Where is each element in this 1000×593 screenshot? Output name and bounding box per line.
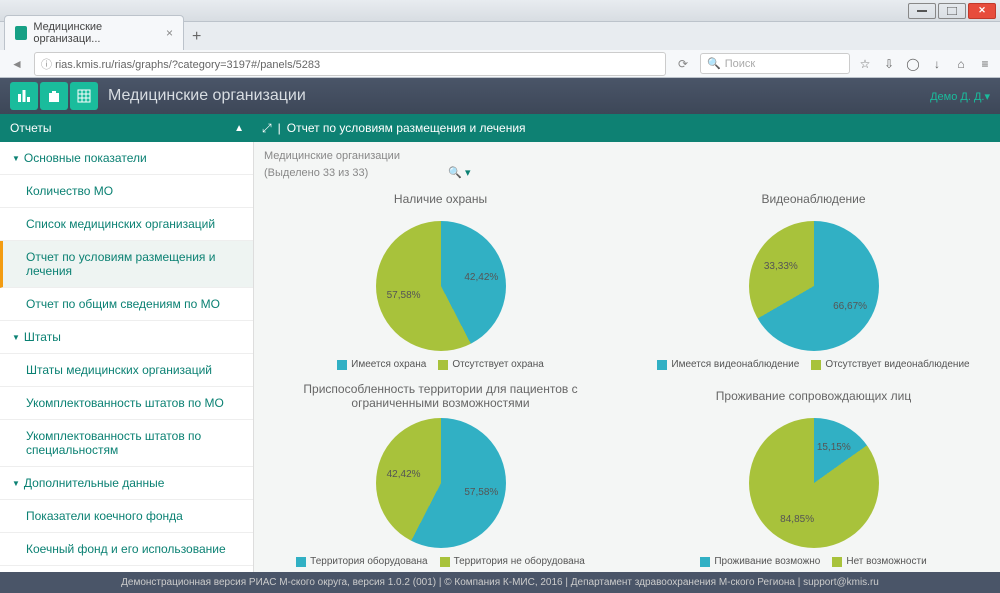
chart-legend: Имеется охрана Отсутствует охрана	[264, 359, 617, 370]
sidebar-item[interactable]: Коечный фонд и его использование	[0, 533, 253, 566]
bookmark-icon[interactable]: ☆	[856, 57, 874, 71]
legend-item: Имеется видеонаблюдение	[657, 359, 799, 370]
medical-icon[interactable]	[40, 82, 68, 110]
sidebar-group[interactable]: Основные показатели	[0, 142, 253, 175]
app-header: Медицинские организации Демо Д. Д.▾	[0, 78, 1000, 114]
sidebar-item[interactable]: Укомплектованность штатов по МО	[0, 387, 253, 420]
home-icon[interactable]: ⌂	[952, 57, 970, 71]
reload-button[interactable]: ⟳	[672, 53, 694, 75]
chart-legend: Проживание возможно Нет возможности	[637, 556, 990, 567]
breadcrumb-bar: ⤢ | Отчет по условиям размещения и лечен…	[254, 121, 534, 136]
chart-legend: Территория оборудована Территория не обор…	[264, 556, 617, 567]
sidebar-item[interactable]: Показатели коечного фонда	[0, 500, 253, 533]
pie-chart	[749, 418, 879, 548]
subheader: Отчеты ▲ ⤢ | Отчет по условиям размещени…	[0, 114, 1000, 142]
building-icon[interactable]	[70, 82, 98, 110]
page-title: Медицинские организации	[108, 87, 930, 105]
chart-title: Проживание сопровождающих лиц	[637, 380, 990, 412]
pie-label: 57,58%	[464, 487, 498, 498]
legend-item: Проживание возможно	[700, 556, 820, 567]
tab-close-icon[interactable]: ×	[166, 26, 173, 40]
app-body: Основные показателиКоличество МОСписок м…	[0, 142, 1000, 572]
pie-label: 42,42%	[464, 272, 498, 283]
pie-chart	[376, 418, 506, 548]
chart: Наличие охраны 42,42% 57,58% Имеется охрана…	[264, 183, 617, 370]
chart-title: Наличие охраны	[264, 183, 617, 215]
pocket-icon[interactable]: ◯	[904, 57, 922, 71]
dashboard-icon[interactable]	[10, 82, 38, 110]
chart: Приспособленность территории для пациент…	[264, 380, 617, 567]
url-input[interactable]: ⓘ rias.kmis.ru/rias/graphs/?category=319…	[34, 52, 666, 76]
pie-label: 66,67%	[833, 301, 867, 312]
pie-label: 57,58%	[387, 290, 421, 301]
legend-item: Территория не оборудована	[440, 556, 585, 567]
browser-tab-strip: Медицинские организаци... × +	[0, 22, 1000, 50]
favicon-icon	[15, 26, 27, 40]
user-menu[interactable]: Демо Д. Д.▾	[930, 90, 990, 103]
pie-chart	[376, 221, 506, 351]
content: Медицинские организации (Выделено 33 из …	[254, 142, 1000, 572]
window-close-button[interactable]: ✕	[968, 3, 996, 19]
sidebar-group[interactable]: Штаты	[0, 321, 253, 354]
pie-label: 42,42%	[387, 469, 421, 480]
sidebar-item[interactable]: Работа врачей в амбулаторных условиях	[0, 566, 253, 572]
new-tab-button[interactable]: +	[184, 24, 209, 50]
legend-item: Нет возможности	[832, 556, 926, 567]
search-icon: 🔍	[707, 57, 721, 70]
selection-count: (Выделено 33 из 33)	[264, 167, 368, 179]
sidebar-item[interactable]: Укомплектованность штатов по специальнос…	[0, 420, 253, 467]
chart: Видеонаблюдение 66,67% 33,33% Имеется видео…	[637, 183, 990, 370]
header-nav-icons	[10, 82, 98, 110]
sidebar-item[interactable]: Список медицинских организаций	[0, 208, 253, 241]
sidebar-item[interactable]: Количество МО	[0, 175, 253, 208]
pie-label: 84,85%	[780, 514, 814, 525]
save-icon[interactable]: ⇩	[880, 57, 898, 71]
pie-label: 33,33%	[764, 261, 798, 272]
chart-legend: Имеется видеонаблюдение Отсутствует видео…	[637, 359, 990, 370]
filter-bar: (Выделено 33 из 33) 🔍 ▾	[264, 166, 990, 179]
sidebar-header[interactable]: Отчеты ▲	[0, 121, 254, 135]
browser-tab[interactable]: Медицинские организаци... ×	[4, 15, 184, 50]
legend-item: Имеется охрана	[337, 359, 426, 370]
chart-title: Видеонаблюдение	[637, 183, 990, 215]
pie-label: 15,15%	[817, 442, 851, 453]
sidebar-item[interactable]: Отчет по общим сведениям по МО	[0, 288, 253, 321]
download-icon[interactable]: ↓	[928, 57, 946, 71]
breadcrumb: Медицинские организации	[264, 150, 990, 162]
chart-title: Приспособленность территории для пациент…	[264, 380, 617, 412]
zoom-control[interactable]: 🔍 ▾	[448, 166, 470, 179]
sidebar-item[interactable]: Штаты медицинских организаций	[0, 354, 253, 387]
legend-item: Отсутствует охрана	[438, 359, 544, 370]
legend-item: Отсутствует видеонаблюдение	[811, 359, 969, 370]
pie-chart	[749, 221, 879, 351]
search-input[interactable]: 🔍 Поиск	[700, 53, 850, 74]
chart-grid: Наличие охраны 42,42% 57,58% Имеется охрана…	[264, 183, 990, 567]
expand-icon[interactable]: ⤢	[262, 121, 272, 136]
window-maximize-button[interactable]	[938, 3, 966, 19]
sidebar: Основные показателиКоличество МОСписок м…	[0, 142, 254, 572]
sidebar-item[interactable]: Отчет по условиям размещения и лечения	[0, 241, 253, 288]
back-button[interactable]: ◄	[6, 53, 28, 75]
legend-item: Территория оборудована	[296, 556, 427, 567]
window-minimize-button[interactable]	[908, 3, 936, 19]
browser-tab-label: Медицинские организаци...	[33, 21, 156, 45]
collapse-icon: ▲	[234, 123, 244, 134]
menu-icon[interactable]: ≡	[976, 57, 994, 71]
chart: Проживание сопровождающих лиц 15,15% 84,85…	[637, 380, 990, 567]
url-protocol-icon: ⓘ	[41, 59, 55, 71]
sidebar-group[interactable]: Дополнительные данные	[0, 467, 253, 500]
footer: Демонстрационная версия РИАС М-ского окр…	[0, 572, 1000, 593]
browser-toolbar: ◄ ⓘ rias.kmis.ru/rias/graphs/?category=3…	[0, 50, 1000, 78]
